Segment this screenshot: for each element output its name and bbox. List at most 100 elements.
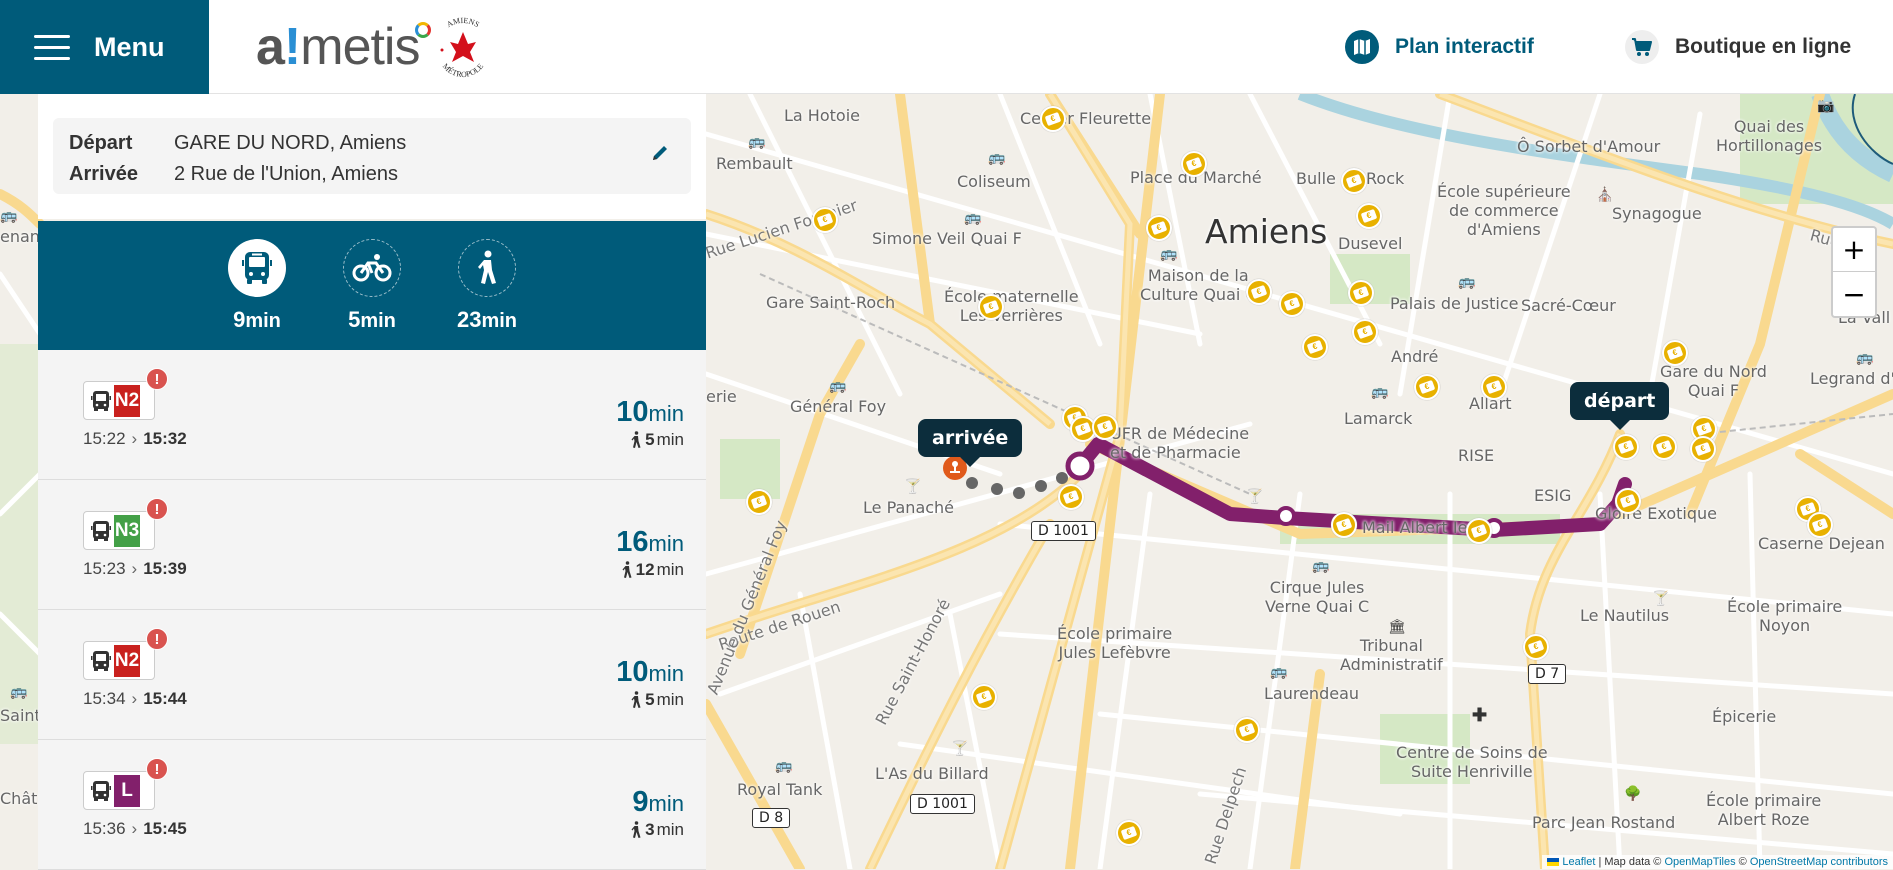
trip-times: 15:22 › 15:32 [83,429,187,449]
ticket-outlet-icon[interactable] [1181,151,1207,177]
result-row[interactable]: N2 ! 15:34 › 15:44 10min 5 min [38,610,706,740]
alert-icon[interactable]: ! [146,758,168,780]
ticket-outlet-icon[interactable] [1690,436,1716,462]
ticket-outlet-icon[interactable] [1807,512,1833,538]
line-code: N2 [114,645,140,677]
bus-stop-icon[interactable]: 🚌 [1270,664,1287,678]
bus-stop-icon[interactable]: 🚌 [1371,384,1388,398]
trip-duration: 10min [616,396,684,429]
ticket-outlet-icon[interactable] [1348,280,1374,306]
leaflet-link[interactable]: Leaflet [1562,856,1595,868]
ticket-outlet-icon[interactable] [971,684,997,710]
ticket-outlet-icon[interactable] [1279,291,1305,317]
zoom-out-button[interactable]: − [1833,272,1875,316]
alert-icon[interactable]: ! [146,368,168,390]
ticket-outlet-icon[interactable] [1092,414,1118,440]
ticket-outlet-icon[interactable] [1651,434,1677,460]
walk-duration: 23min [457,307,517,333]
road-shield: D 1001 [910,794,975,814]
ticket-outlet-icon[interactable] [1058,484,1084,510]
line-badge: N2 ! [83,368,168,420]
duration-value: 10 [616,396,649,428]
bus-stop-icon[interactable]: 🚌 [829,378,846,392]
ametis-logo[interactable]: a!metis [256,20,431,74]
tab-bike[interactable]: 5min [315,239,430,350]
ticket-outlet-icon[interactable] [1331,512,1357,538]
map-label: Palais de Justice [1390,294,1519,313]
line-badge: N2 ! [83,628,168,680]
walk-icon [622,561,632,578]
site-header: Menu a!metis AMIENS MÉTROPOLE Plan inter… [0,0,1893,94]
result-row[interactable]: L ! 15:36 › 15:45 9min 3 min [38,740,706,870]
map-label: École maternelle Les Verrières [944,287,1079,326]
map-label: Parc Jean Rostand [1532,813,1676,832]
bus-stop-icon[interactable]: 🚌 [964,210,981,224]
ticket-outlet-icon[interactable] [812,207,838,233]
map-label: École primaire Noyon [1727,597,1843,636]
duration-unit: min [648,791,684,816]
ticket-outlet-icon[interactable] [746,489,772,515]
tab-bus[interactable]: 9min [200,239,315,350]
search-summary-box[interactable]: Départ GARE DU NORD, Amiens Arrivée 2 Ru… [53,118,691,194]
zoom-control: + − [1831,226,1877,318]
ticket-outlet-icon[interactable] [1246,279,1272,305]
result-row[interactable]: N3 ! 15:23 › 15:39 16min 12 min [38,480,706,610]
ticket-outlet-icon[interactable] [1356,203,1382,229]
bus-stop-icon[interactable]: 🚌 [1856,350,1873,364]
ticket-outlet-icon[interactable] [1234,717,1260,743]
walk-unit: min [656,430,684,449]
ticket-outlet-icon[interactable] [1523,634,1549,660]
boutique-link[interactable]: Boutique en ligne [1625,28,1851,66]
ticket-outlet-icon[interactable] [1662,340,1688,366]
trip-duration: 9min [632,786,684,819]
road-shield: D 7 [1528,664,1567,684]
zoom-in-button[interactable]: + [1833,228,1875,272]
map-label: erie [706,387,737,406]
map-label: Maison de la Culture Quai C [1140,266,1257,305]
bus-stop-icon[interactable]: 🚌 [1160,246,1177,260]
ticket-outlet-icon[interactable] [1040,106,1066,132]
plan-interactif-link[interactable]: Plan interactif [1345,28,1534,66]
osm-link[interactable]: OpenStreetMap contributors [1750,856,1888,868]
bus-duration-value: 9 [233,307,246,332]
map-label: Le Nautilus [1580,606,1670,625]
bus-stop-icon[interactable]: 🚌 [0,208,17,222]
bus-stop-icon[interactable]: 🚌 [10,684,27,698]
ticket-outlet-icon[interactable] [978,294,1004,320]
bus-stop-icon[interactable]: 🚌 [775,758,792,772]
ticket-outlet-icon[interactable] [1302,334,1328,360]
result-row[interactable]: N2 ! 15:22 › 15:32 10min 5 min [38,350,706,480]
walk-icon [631,691,641,708]
map-label: ESIG [1534,486,1572,505]
trip-times: 15:36 › 15:45 [83,819,187,839]
tab-walk[interactable]: 23min [430,239,545,350]
ticket-outlet-icon[interactable] [1341,168,1367,194]
line-code: N2 [114,385,140,417]
openmaptiles-link[interactable]: OpenMapTiles [1664,856,1735,868]
bus-stop-icon[interactable]: 🚌 [988,150,1005,164]
bus-duration-unit: min [245,310,281,332]
ticket-outlet-icon[interactable] [1146,215,1172,241]
bus-stop-icon[interactable]: 🚌 [748,134,765,148]
ticket-outlet-icon[interactable] [1116,820,1142,846]
menu-button[interactable]: Menu [0,0,209,94]
svg-text:AMIENS: AMIENS [445,16,481,29]
alert-icon[interactable]: ! [146,628,168,650]
map-label: École primaire Jules Lefèbvre [1057,624,1173,663]
walk-icon [631,431,641,448]
ticket-outlet-icon[interactable] [1613,434,1639,460]
route-stop [1276,506,1296,526]
ticket-outlet-icon[interactable] [1481,374,1507,400]
pencil-icon[interactable] [651,144,669,167]
arrivee-value: 2 Rue de l'Union, Amiens [174,163,398,185]
ticket-outlet-icon[interactable] [1615,488,1641,514]
ticket-outlet-icon[interactable] [1352,319,1378,345]
ticket-outlet-icon[interactable] [1466,518,1492,544]
ticket-outlet-icon[interactable] [1414,374,1440,400]
arrival-time: 15:32 [143,429,187,448]
alert-icon[interactable]: ! [146,498,168,520]
line-badge: N3 ! [83,498,168,550]
bus-stop-icon[interactable]: 🚌 [1312,558,1329,572]
chevron-right-icon: › [131,559,138,578]
bus-stop-icon[interactable]: 🚌 [1458,274,1475,288]
